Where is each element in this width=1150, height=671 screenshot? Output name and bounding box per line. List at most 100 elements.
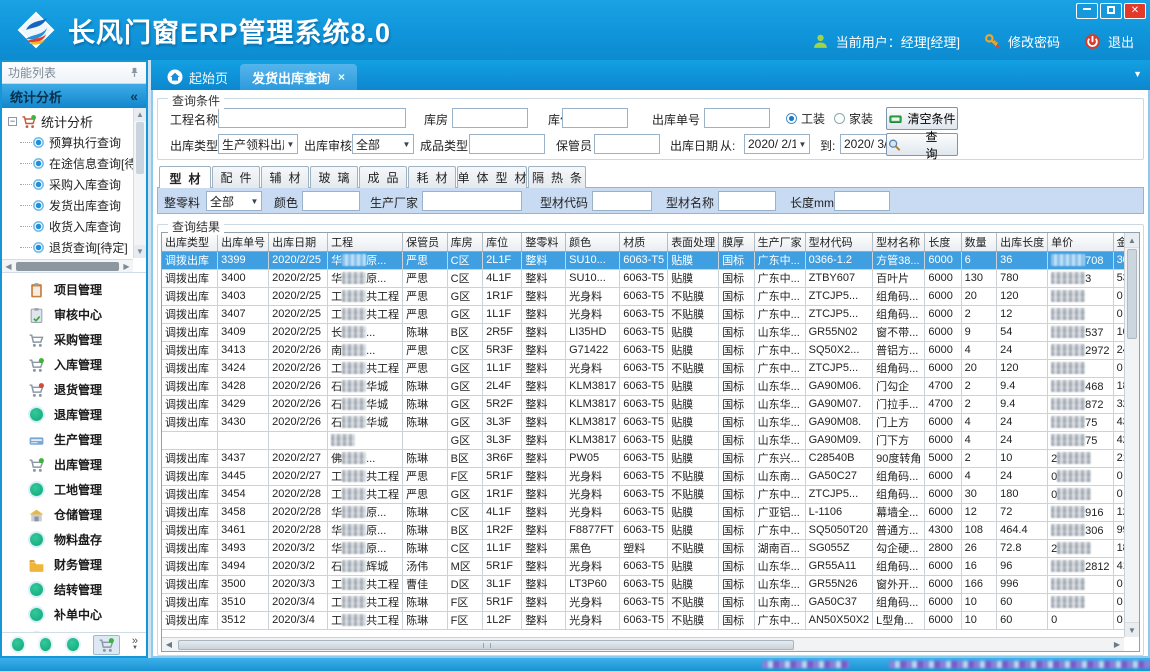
sidebar-item-4[interactable]: 退货管理	[2, 377, 146, 402]
length-input[interactable]	[834, 191, 890, 211]
sidebar-item-7[interactable]: 出库管理	[2, 452, 146, 477]
profile-code-input[interactable]	[592, 191, 652, 211]
column-header[interactable]: 型材名称	[873, 233, 925, 251]
scroll-up-icon[interactable]: ▲	[134, 108, 146, 121]
scroll-right-icon[interactable]: ▶	[120, 262, 133, 271]
column-header[interactable]: 出库类型	[162, 233, 218, 251]
table-row[interactable]: 调拨出库34942020/3/2石辉城汤伟M区5R1F整料光身料6063-T5贴…	[162, 557, 1139, 575]
sidebar-item-6[interactable]: 生产管理	[2, 427, 146, 452]
grid-vertical-scrollbar[interactable]: ▲ ▼	[1124, 233, 1139, 637]
column-header[interactable]: 长度	[925, 233, 961, 251]
dock-circle-icon[interactable]	[67, 638, 79, 651]
column-header[interactable]: 颜色	[566, 233, 620, 251]
sidebar-item-5[interactable]: 退库管理	[2, 402, 146, 427]
material-tab-6[interactable]: 单体型材	[457, 166, 527, 188]
outbound-type-select[interactable]: 生产领料出库▼	[218, 134, 298, 154]
column-header[interactable]: 生产厂家	[754, 233, 805, 251]
keeper-input[interactable]	[594, 134, 660, 154]
tree-item-0[interactable]: 预算执行查询	[8, 132, 146, 153]
column-header[interactable]: 出库日期	[269, 233, 328, 251]
tab-close-icon[interactable]: ×	[338, 70, 345, 84]
column-header[interactable]: 保管员	[403, 233, 448, 251]
table-row[interactable]: 调拨出库34132020/2/26南...严思C区5R3F整料G71422606…	[162, 341, 1139, 359]
column-header[interactable]: 单价	[1048, 233, 1113, 251]
scroll-thumb[interactable]	[178, 640, 794, 650]
tree-vertical-scrollbar[interactable]: ▲ ▼	[133, 108, 146, 258]
audit-select[interactable]: 全部▼	[352, 134, 414, 154]
scroll-thumb[interactable]	[1127, 249, 1137, 339]
sidebar-item-3[interactable]: 入库管理	[2, 352, 146, 377]
sidebar-item-1[interactable]: 审核中心	[2, 302, 146, 327]
table-row[interactable]: G区3L3F整料KLM38176063-T5贴膜国标山东华...GA90M09.…	[162, 431, 1139, 449]
material-tab-2[interactable]: 辅材	[261, 166, 309, 188]
column-header[interactable]: 表面处理	[668, 233, 719, 251]
table-row[interactable]: 调拨出库34032020/2/25工共工程严思G区1R1F整料光身料6063-T…	[162, 287, 1139, 305]
material-tab-1[interactable]: 配件	[212, 166, 260, 188]
scroll-left-icon[interactable]: ◀	[162, 640, 176, 649]
sidebar-item-2[interactable]: 采购管理	[2, 327, 146, 352]
column-header[interactable]: 数量	[961, 233, 996, 251]
material-tab-7[interactable]: 隔热条	[528, 166, 586, 188]
radio-gongzhuang[interactable]: 工装	[786, 110, 825, 127]
table-row[interactable]: 调拨出库34302020/2/26石华城陈琳G区3L3F整料KLM3817606…	[162, 413, 1139, 431]
grid-horizontal-scrollbar[interactable]: ◀ ▶	[162, 637, 1124, 651]
column-header[interactable]: 库房	[447, 233, 482, 251]
table-row[interactable]: 调拨出库34582020/2/28华原...陈琳C区4L1F整料光身料6063-…	[162, 503, 1139, 521]
column-header[interactable]: 膜厚	[719, 233, 754, 251]
column-header[interactable]: 工程	[328, 233, 403, 251]
tree-item-5[interactable]: 退货查询[待定]	[8, 237, 146, 258]
sidebar-item-13[interactable]: 补单中心	[2, 602, 146, 627]
tree-item-1[interactable]: 在途信息查询[待	[8, 153, 146, 174]
tree-horizontal-scrollbar[interactable]: ◀ ▶	[2, 259, 133, 272]
tree-root[interactable]: −统计分析	[8, 111, 146, 132]
column-header[interactable]: 型材代码	[805, 233, 873, 251]
project-name-input[interactable]	[218, 108, 406, 128]
profile-name-input[interactable]	[718, 191, 776, 211]
logout-link[interactable]: 退出	[1108, 32, 1134, 51]
column-header[interactable]: 库位	[483, 233, 522, 251]
table-row[interactable]: 调拨出库33992020/2/25华原...严思C区2L1F整料SU10...6…	[162, 251, 1139, 269]
outbound-no-input[interactable]	[704, 108, 770, 128]
material-tab-4[interactable]: 成品	[359, 166, 407, 188]
scroll-left-icon[interactable]: ◀	[2, 262, 15, 271]
material-tab-0[interactable]: 型材	[159, 166, 211, 189]
dock-circle-icon[interactable]	[40, 638, 52, 651]
tab-1[interactable]: 发货出库查询×	[240, 64, 357, 90]
table-row[interactable]: 调拨出库34292020/2/26石华城陈琳G区5R2F整料KLM3817606…	[162, 395, 1139, 413]
tree-collapse-icon[interactable]: −	[8, 117, 17, 126]
column-header[interactable]: 出库单号	[218, 233, 269, 251]
table-row[interactable]: 调拨出库34932020/3/2华原...陈琳C区1L1F整料黑色塑料不贴膜国标…	[162, 539, 1139, 557]
tree-item-2[interactable]: 采购入库查询	[8, 174, 146, 195]
change-password-link[interactable]: 修改密码	[1008, 32, 1060, 51]
material-tab-5[interactable]: 耗材	[408, 166, 456, 188]
tab-list-dropdown-icon[interactable]: ▼	[1133, 69, 1142, 79]
scroll-thumb[interactable]	[136, 122, 144, 174]
maximize-button[interactable]	[1100, 3, 1122, 19]
table-row[interactable]: 调拨出库34002020/2/25华原...严思C区4L1F整料SU10...6…	[162, 269, 1139, 287]
dock-overflow-button[interactable]: »▼	[132, 638, 138, 652]
sidebar-item-12[interactable]: 结转管理	[2, 577, 146, 602]
product-type-input[interactable]	[469, 134, 545, 154]
close-button[interactable]: ✕	[1124, 3, 1146, 19]
scroll-up-icon[interactable]: ▲	[1125, 233, 1139, 248]
table-row[interactable]: 调拨出库34072020/2/25工共工程严思G区1L1F整料光身料6063-T…	[162, 305, 1139, 323]
table-row[interactable]: 调拨出库34542020/2/28工共工程严思G区1R1F整料光身料6063-T…	[162, 485, 1139, 503]
date-from-select[interactable]: 2020/ 2/16▼	[744, 134, 810, 154]
scroll-down-icon[interactable]: ▼	[1125, 622, 1139, 637]
table-row[interactable]: 调拨出库34282020/2/26石华城陈琳G区2L4F整料KLM3817606…	[162, 377, 1139, 395]
sidebar-item-0[interactable]: 项目管理	[2, 277, 146, 302]
table-row[interactable]: 调拨出库35102020/3/4工共工程陈琳F区5R1F整料光身料6063-T5…	[162, 593, 1139, 611]
scroll-right-icon[interactable]: ▶	[1110, 640, 1124, 649]
tree-item-3[interactable]: 发货出库查询	[8, 195, 146, 216]
search-button[interactable]: 查 询	[886, 133, 958, 156]
sidebar-item-8[interactable]: 工地管理	[2, 477, 146, 502]
table-row[interactable]: 调拨出库35122020/3/4工共工程陈琳F区1L2F整料光身料6063-T5…	[162, 611, 1139, 629]
radio-jiazhuang[interactable]: 家装	[834, 110, 873, 127]
table-row[interactable]: 调拨出库34372020/2/27佛...陈琳B区3R6F整料PW056063-…	[162, 449, 1139, 467]
column-header[interactable]: 整零料	[522, 233, 566, 251]
material-tab-3[interactable]: 玻璃	[310, 166, 358, 188]
warehouse-input[interactable]	[452, 108, 528, 128]
column-header[interactable]: 出库长度	[997, 233, 1048, 251]
table-row[interactable]: 调拨出库35002020/3/3工共工程曹佳D区3L1F整料LT3P606063…	[162, 575, 1139, 593]
whole-part-select[interactable]: 全部▼	[206, 191, 262, 211]
